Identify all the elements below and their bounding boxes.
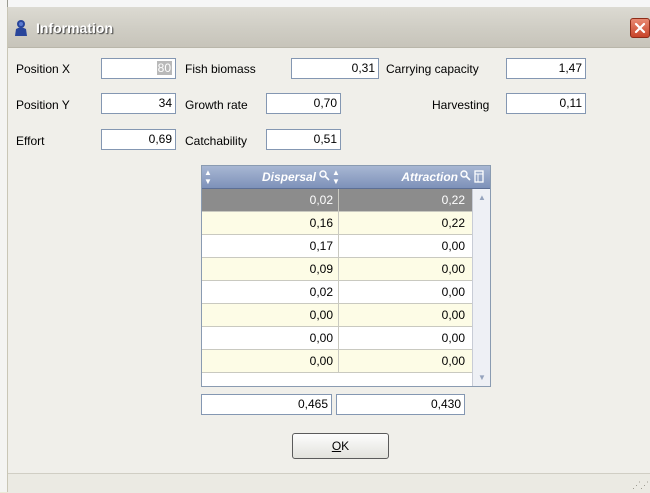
search-icon[interactable] [319,170,330,184]
close-button[interactable] [630,18,650,38]
position-x-field[interactable]: 80 [101,58,176,79]
close-icon [634,22,646,34]
column-chooser-icon[interactable] [473,170,485,186]
position-y-label: Position Y [16,98,70,112]
dispersal-cell[interactable]: 0,00 [202,304,333,326]
attraction-cell[interactable]: 0,00 [339,350,465,372]
top-strip [0,0,650,7]
catchability-label: Catchability [185,134,248,148]
carrying-capacity-label: Carrying capacity [386,62,479,76]
table-row[interactable]: 0,17 0,00 [202,235,472,258]
catchability-field[interactable]: 0,51 [266,129,341,150]
title-bar[interactable]: Information [8,7,650,48]
dispersal-cell[interactable]: 0,09 [202,258,333,280]
position-y-field[interactable]: 34 [101,93,176,114]
attraction-cell[interactable]: 0,00 [339,327,465,349]
ok-mnemonic: O [331,439,342,453]
position-x-value: 80 [156,61,172,75]
window-title: Information [36,20,113,36]
scroll-down-icon[interactable]: ▼ [473,369,490,386]
table-row[interactable]: 0,00 0,00 [202,304,472,327]
growth-rate-label: Growth rate [185,98,248,112]
dispersal-cell[interactable]: 0,02 [202,281,333,303]
attraction-cell[interactable]: 0,22 [339,189,465,211]
dispersal-cell[interactable]: 0,17 [202,235,333,257]
growth-rate-field[interactable]: 0,70 [266,93,341,114]
carrying-capacity-field[interactable]: 1,47 [506,58,586,79]
attraction-cell[interactable]: 0,00 [339,281,465,303]
dispersal-cell[interactable]: 0,02 [202,189,333,211]
table-row[interactable]: 0,02 0,22 [202,189,472,212]
table-row[interactable]: 0,09 0,00 [202,258,472,281]
harvesting-label: Harvesting [432,98,490,112]
table-row[interactable]: 0,00 0,00 [202,350,472,373]
dispersal-cell[interactable]: 0,16 [202,212,333,234]
fish-biomass-label: Fish biomass [185,62,256,76]
position-x-label: Position X [16,62,71,76]
effort-label: Effort [16,134,45,148]
information-dialog: Information Position X 80 Position Y 34 … [7,7,650,493]
dispersal-cell[interactable]: 0,00 [202,350,333,372]
dispersal-cell[interactable]: 0,00 [202,327,333,349]
column-header-dispersal[interactable]: Dispersal [202,166,316,188]
harvesting-field[interactable]: 0,11 [506,93,586,114]
dispersal-total-field: 0,465 [201,394,332,415]
grid-scrollbar[interactable]: ▲ ▼ [472,189,490,386]
attraction-cell[interactable]: 0,00 [339,235,465,257]
attraction-cell[interactable]: 0,00 [339,304,465,326]
grid-header: ▲ ▼ Dispersal ▲ ▼ Attraction [202,166,490,189]
app-icon [13,19,31,37]
search-icon[interactable] [460,170,471,184]
scroll-up-icon[interactable]: ▲ [473,189,490,207]
sort-icon[interactable]: ▲ ▼ [332,168,340,186]
table-row[interactable]: 0,00 0,00 [202,327,472,350]
column-header-attraction[interactable]: Attraction [342,166,458,188]
attraction-total-field: 0,430 [336,394,465,415]
effort-field[interactable]: 0,69 [101,129,176,150]
status-bar: ⋰⋰ [8,473,650,493]
ok-label-rest: K [341,439,350,453]
table-row[interactable]: 0,16 0,22 [202,212,472,235]
ok-button[interactable]: OK [292,433,389,459]
fish-biomass-field[interactable]: 0,31 [291,58,379,79]
resize-grip-icon[interactable]: ⋰⋰ [632,480,649,491]
table-row[interactable]: 0,02 0,00 [202,281,472,304]
attraction-cell[interactable]: 0,00 [339,258,465,280]
dispersal-attraction-grid[interactable]: ▲ ▼ Dispersal ▲ ▼ Attraction 0,02 0,22 0,16 0… [201,165,491,387]
attraction-cell[interactable]: 0,22 [339,212,465,234]
